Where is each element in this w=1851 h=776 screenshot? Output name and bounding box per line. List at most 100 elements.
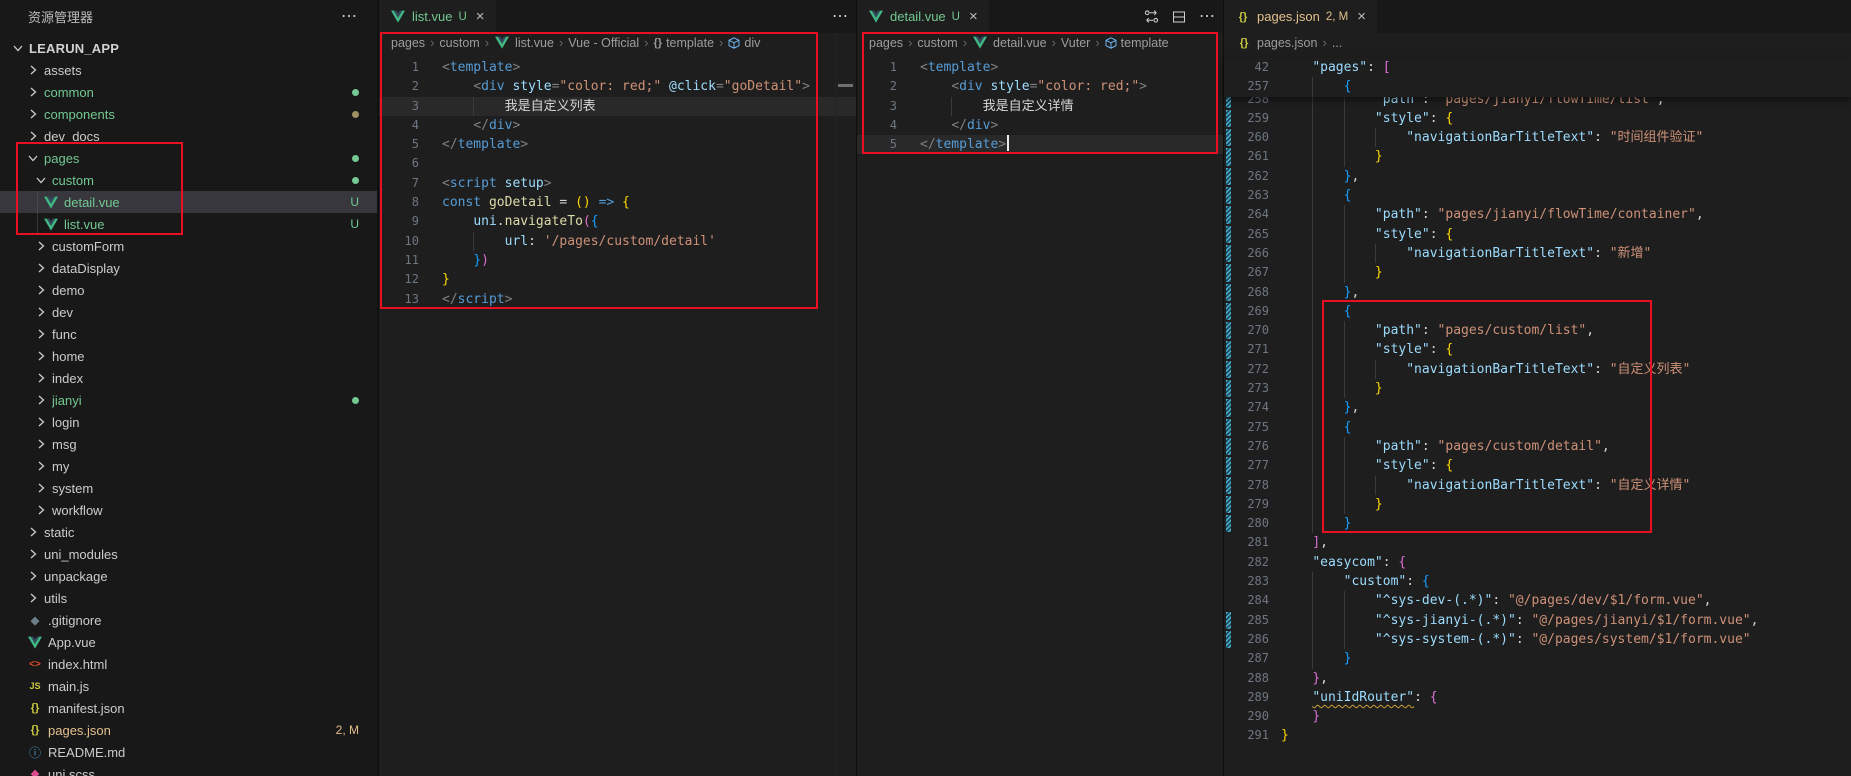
- tree-item-workflow[interactable]: workflow: [0, 499, 377, 521]
- breadcrumb-item[interactable]: custom: [917, 36, 957, 50]
- tree-item-assets[interactable]: assets: [0, 59, 377, 81]
- line-number[interactable]: 4: [857, 116, 897, 135]
- breadcrumb-item[interactable]: ...: [1332, 36, 1342, 50]
- code-line[interactable]: 290 }: [1224, 707, 1851, 726]
- tree-item-dev_docs[interactable]: dev_docs: [0, 125, 377, 147]
- open-changes-icon[interactable]: [1144, 9, 1159, 24]
- line-number[interactable]: 281: [1224, 533, 1269, 552]
- tree-item-static[interactable]: static: [0, 521, 377, 543]
- code-line[interactable]: 259 "style": {: [1224, 109, 1851, 128]
- code-line[interactable]: 283 "custom": {: [1224, 572, 1851, 591]
- code-line[interactable]: 8const goDetail = () => {: [379, 193, 856, 212]
- tree-item-README.md[interactable]: ⓘREADME.md: [0, 741, 377, 763]
- breadcrumb-item[interactable]: detail.vue: [993, 36, 1047, 50]
- code-line[interactable]: 277 "style": {: [1224, 456, 1851, 475]
- code-line[interactable]: 1<template>: [379, 58, 856, 77]
- code-line[interactable]: 3 我是自定义详情: [857, 97, 1223, 116]
- code-line[interactable]: 261 }: [1224, 147, 1851, 166]
- tree-item-login[interactable]: login: [0, 411, 377, 433]
- line-number[interactable]: 2: [857, 77, 897, 96]
- line-number[interactable]: 290: [1224, 707, 1269, 726]
- code-line[interactable]: 2 <div style="color: red;">: [857, 77, 1223, 96]
- code-line[interactable]: 279 }: [1224, 495, 1851, 514]
- code-line[interactable]: 276 "path": "pages/custom/detail",: [1224, 437, 1851, 456]
- close-icon[interactable]: ×: [969, 9, 978, 24]
- line-number[interactable]: 287: [1224, 649, 1269, 668]
- tree-item-demo[interactable]: demo: [0, 279, 377, 301]
- code-line[interactable]: 2 <div style="color: red;" @click="goDet…: [379, 77, 856, 96]
- code-line[interactable]: 4 </div>: [379, 116, 856, 135]
- code-line[interactable]: 266 "navigationBarTitleText": "新增": [1224, 244, 1851, 263]
- code-editor-list-vue[interactable]: 1<template>2 <div style="color: red;" @c…: [379, 58, 856, 309]
- tree-item-pages.json[interactable]: {}pages.json2, M: [0, 719, 377, 741]
- code-line[interactable]: 275 {: [1224, 418, 1851, 437]
- code-line[interactable]: 281 ],: [1224, 533, 1851, 552]
- line-number[interactable]: 1: [379, 58, 419, 77]
- tree-item-system[interactable]: system: [0, 477, 377, 499]
- code-line[interactable]: 288 },: [1224, 669, 1851, 688]
- code-line[interactable]: 10 url: '/pages/custom/detail': [379, 232, 856, 251]
- close-icon[interactable]: ×: [476, 9, 485, 24]
- line-number[interactable]: 3: [857, 97, 897, 116]
- line-number[interactable]: 10: [379, 232, 419, 251]
- more-actions-icon[interactable]: ⋯: [832, 9, 848, 25]
- code-editor-pages-json[interactable]: 42 "pages": [257 { 258 "path": "pages/ji…: [1224, 58, 1851, 746]
- tree-item-func[interactable]: func: [0, 323, 377, 345]
- code-line[interactable]: 273 }: [1224, 379, 1851, 398]
- code-line[interactable]: 291}: [1224, 726, 1851, 745]
- code-line[interactable]: 257 {: [1224, 77, 1851, 96]
- tree-item-utils[interactable]: utils: [0, 587, 377, 609]
- code-editor-detail-vue[interactable]: 1<template>2 <div style="color: red;">3 …: [857, 58, 1223, 154]
- tree-item-unpackage[interactable]: unpackage: [0, 565, 377, 587]
- tree-item-pages[interactable]: pages: [0, 147, 377, 169]
- tree-item-uni.scss[interactable]: ❖uni.scss: [0, 763, 377, 776]
- breadcrumb-item[interactable]: template: [1121, 36, 1169, 50]
- breadcrumb-item[interactable]: pages: [391, 36, 425, 50]
- breadcrumb-item[interactable]: pages: [869, 36, 903, 50]
- breadcrumb-item[interactable]: Vue - Official: [568, 36, 639, 50]
- line-number[interactable]: 9: [379, 212, 419, 231]
- line-number[interactable]: 283: [1224, 572, 1269, 591]
- code-line[interactable]: 260 "navigationBarTitleText": "时间组件验证": [1224, 128, 1851, 147]
- tree-item-index.html[interactable]: <>index.html: [0, 653, 377, 675]
- code-line[interactable]: 269 {: [1224, 302, 1851, 321]
- line-number[interactable]: 42: [1224, 58, 1269, 77]
- code-line[interactable]: 262 },: [1224, 167, 1851, 186]
- line-number[interactable]: 3: [379, 97, 419, 116]
- tree-item-dataDisplay[interactable]: dataDisplay: [0, 257, 377, 279]
- code-line[interactable]: 13</script>: [379, 290, 856, 309]
- line-number[interactable]: 7: [379, 174, 419, 193]
- split-editor-icon[interactable]: [1172, 10, 1186, 24]
- line-number[interactable]: 13: [379, 290, 419, 309]
- more-actions-icon[interactable]: ⋯: [1199, 9, 1215, 25]
- code-line[interactable]: 263 {: [1224, 186, 1851, 205]
- line-number[interactable]: 291: [1224, 726, 1269, 745]
- line-number[interactable]: 1: [857, 58, 897, 77]
- tree-item-jianyi[interactable]: jianyi: [0, 389, 377, 411]
- line-number[interactable]: 5: [379, 135, 419, 154]
- line-number[interactable]: 5: [857, 135, 897, 154]
- line-number[interactable]: 284: [1224, 591, 1269, 610]
- code-line[interactable]: 284 "^sys-dev-(.*)": "@/pages/dev/$1/for…: [1224, 591, 1851, 610]
- close-icon[interactable]: ×: [1357, 9, 1366, 24]
- tree-item-common[interactable]: common: [0, 81, 377, 103]
- code-line[interactable]: 267 }: [1224, 263, 1851, 282]
- line-number[interactable]: 289: [1224, 688, 1269, 707]
- breadcrumb-item[interactable]: custom: [439, 36, 479, 50]
- code-line[interactable]: 289 "uniIdRouter": {: [1224, 688, 1851, 707]
- code-line[interactable]: 287 }: [1224, 649, 1851, 668]
- tree-item-uni_modules[interactable]: uni_modules: [0, 543, 377, 565]
- tree-item-home[interactable]: home: [0, 345, 377, 367]
- line-number[interactable]: 8: [379, 193, 419, 212]
- explorer-more-icon[interactable]: ⋯: [341, 9, 357, 25]
- line-number[interactable]: 12: [379, 270, 419, 289]
- code-line[interactable]: 270 "path": "pages/custom/list",: [1224, 321, 1851, 340]
- code-line[interactable]: 272 "navigationBarTitleText": "自定义列表": [1224, 360, 1851, 379]
- code-line[interactable]: 271 "style": {: [1224, 340, 1851, 359]
- tree-item-customForm[interactable]: customForm: [0, 235, 377, 257]
- tree-item-my[interactable]: my: [0, 455, 377, 477]
- breadcrumb-item[interactable]: template: [666, 36, 714, 50]
- line-number[interactable]: 257: [1224, 77, 1269, 96]
- line-number[interactable]: 2: [379, 77, 419, 96]
- code-line[interactable]: 285 "^sys-jianyi-(.*)": "@/pages/jianyi/…: [1224, 611, 1851, 630]
